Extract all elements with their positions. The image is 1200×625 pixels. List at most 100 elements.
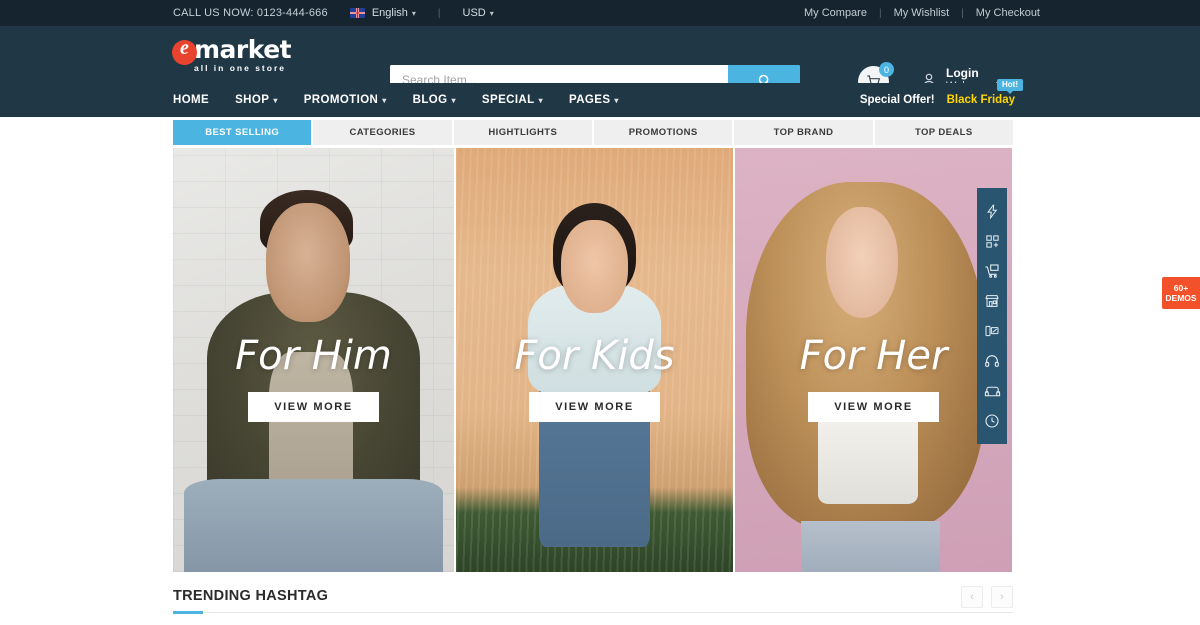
tab-top-brand[interactable]: TOP BRAND: [734, 120, 873, 145]
photo-detail: [818, 410, 918, 505]
nav-item-shop[interactable]: SHOP ▾: [235, 94, 278, 106]
banner-title: For Him: [235, 333, 392, 379]
nav-label: PAGES: [569, 94, 611, 106]
chevron-down-icon: ▾: [411, 8, 416, 18]
tab-hightlights[interactable]: HIGHTLIGHTS: [453, 120, 592, 145]
logo-text: market all in one store: [194, 34, 292, 73]
logo-tagline: all in one store: [194, 62, 286, 73]
flash-icon[interactable]: [977, 196, 1007, 226]
banner-for-kids[interactable]: For Kids VIEW MORE: [456, 148, 733, 572]
black-friday-label: Black Friday: [946, 94, 1015, 106]
currency-value: USD: [462, 7, 486, 19]
demos-tab-button[interactable]: 60+ DEMOS: [1162, 277, 1200, 309]
uk-flag-icon: [349, 8, 365, 18]
banner-title: For Kids: [514, 333, 675, 379]
trending-title: TRENDING HASHTAG: [173, 588, 329, 604]
banner-caption: For Her VIEW MORE: [735, 334, 1012, 422]
nav-items: HOME SHOP ▾ PROMOTION ▾ BLOG ▾ SPECIAL ▾…: [173, 94, 619, 106]
view-more-button[interactable]: VIEW MORE: [808, 392, 939, 422]
clock-icon[interactable]: [977, 406, 1007, 436]
photo-detail: [561, 220, 628, 314]
carousel-nav: ‹ ›: [961, 586, 1013, 608]
nav-item-home[interactable]: HOME: [173, 94, 209, 106]
quick-access-rail: [977, 188, 1007, 444]
nav-item-pages[interactable]: PAGES ▾: [569, 94, 619, 106]
trending-section: TRENDING HASHTAG ‹ ›: [173, 586, 1013, 614]
nav-promo: Special Offer! Black Friday Hot!: [859, 79, 1023, 106]
hot-badge: Hot!: [997, 79, 1023, 94]
banner-for-her[interactable]: For Her VIEW MORE: [735, 148, 1012, 572]
cart-count-badge: 0: [879, 62, 894, 77]
nav-item-promotion[interactable]: PROMOTION ▾: [304, 94, 387, 106]
topbar-divider: |: [961, 7, 964, 19]
currency-selector[interactable]: USD ▾: [463, 7, 494, 19]
top-bar: CALL US NOW: 0123-444-666 English ▾ | US…: [0, 0, 1200, 26]
view-more-button[interactable]: VIEW MORE: [248, 392, 379, 422]
device-edit-icon[interactable]: [977, 316, 1007, 346]
category-tabs: BEST SELLING CATEGORIES HIGHTLIGHTS PROM…: [173, 120, 1013, 145]
chevron-down-icon: ▾: [273, 95, 278, 105]
language-selector[interactable]: English ▾: [349, 7, 416, 19]
link-my-checkout[interactable]: My Checkout: [976, 7, 1040, 19]
trending-divider: [173, 611, 1013, 614]
headphones-glyph: [985, 355, 999, 367]
logo[interactable]: market all in one store: [172, 34, 292, 73]
photo-detail: [801, 521, 940, 572]
chevron-down-icon: ▾: [614, 95, 619, 105]
link-my-wishlist[interactable]: My Wishlist: [894, 7, 950, 19]
chevron-down-icon: ▾: [451, 95, 456, 105]
nav-label: PROMOTION: [303, 94, 379, 106]
carousel-next-button[interactable]: ›: [991, 586, 1013, 608]
grid-add-glyph: [985, 234, 999, 248]
cart-monitor-glyph: [985, 264, 999, 278]
photo-detail: [826, 207, 899, 318]
banner-row: For Him VIEW MORE For Kids VIEW MORE For…: [173, 148, 1013, 572]
sofa-icon[interactable]: [977, 376, 1007, 406]
special-offer-label: Special Offer!: [859, 94, 935, 106]
tab-promotions[interactable]: PROMOTIONS: [593, 120, 733, 145]
device-edit-glyph: [985, 325, 999, 337]
nav-item-special[interactable]: SPECIAL ▾: [482, 94, 543, 106]
nav-label: SPECIAL: [481, 94, 535, 106]
headphones-icon[interactable]: [977, 346, 1007, 376]
topbar-divider: |: [878, 7, 882, 19]
flash-glyph: [986, 204, 997, 219]
top-bar-left: CALL US NOW: 0123-444-666 English ▾ | US…: [173, 7, 494, 19]
grid-add-icon[interactable]: [977, 226, 1007, 256]
view-more-button[interactable]: VIEW MORE: [529, 392, 660, 422]
top-bar-links: My Compare | My Wishlist | My Checkout: [804, 7, 1040, 19]
banner-for-him[interactable]: For Him VIEW MORE: [173, 148, 454, 572]
nav-label: SHOP: [235, 94, 270, 106]
nav-item-blog[interactable]: BLOG ▾: [413, 94, 456, 106]
nav-label: BLOG: [412, 94, 448, 106]
tab-categories[interactable]: CATEGORIES: [313, 120, 452, 145]
chevron-down-icon: ▾: [382, 95, 387, 105]
nav-label: HOME: [173, 94, 210, 106]
banner-caption: For Him VIEW MORE: [173, 334, 454, 422]
cart-monitor-icon[interactable]: [977, 256, 1007, 286]
sofa-glyph: [984, 386, 1000, 396]
language-value: English: [371, 7, 408, 19]
black-friday-link[interactable]: Black Friday Hot!: [946, 79, 1023, 106]
banner-caption: For Kids VIEW MORE: [456, 334, 733, 422]
link-my-compare[interactable]: My Compare: [804, 7, 867, 19]
language-label[interactable]: English ▾: [372, 7, 416, 19]
banner-title: For Her: [799, 333, 948, 379]
carousel-prev-button[interactable]: ‹: [961, 586, 983, 608]
clock-glyph: [985, 414, 999, 428]
store-glyph: [985, 295, 999, 307]
store-icon[interactable]: [977, 286, 1007, 316]
demos-label: DEMOS: [1165, 293, 1197, 303]
topbar-divider: |: [437, 7, 441, 19]
main-navigation: HOME SHOP ▾ PROMOTION ▾ BLOG ▾ SPECIAL ▾…: [0, 79, 1200, 117]
demos-count: 60+: [1173, 283, 1189, 293]
tab-best-selling[interactable]: BEST SELLING: [173, 120, 312, 145]
logo-title: market: [194, 34, 292, 64]
chevron-down-icon: ▾: [538, 95, 543, 105]
tab-top-deals[interactable]: TOP DEALS: [874, 120, 1013, 145]
site-header: market all in one store 0 Login Welcome …: [0, 26, 1200, 97]
call-us-text: CALL US NOW: 0123-444-666: [173, 7, 328, 19]
photo-detail: [184, 478, 443, 572]
chevron-down-icon: ▾: [489, 8, 494, 18]
photo-detail: [265, 203, 351, 322]
